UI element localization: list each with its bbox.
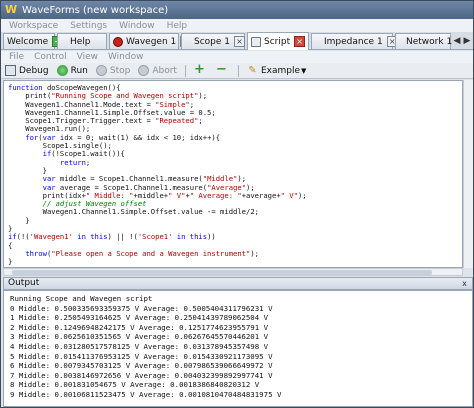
example-label: Example: [260, 65, 300, 76]
waveforms-window: W WaveForms (new workspace) Workspace Se…: [0, 0, 474, 408]
tab-label: Script: [264, 36, 291, 47]
tab-label: Impedance 1: [324, 36, 383, 47]
plus-icon: +: [194, 62, 205, 77]
menu-view[interactable]: View: [77, 52, 98, 62]
output-line: 0 Middle: 0.500335693359375 V Average: 0…: [10, 303, 273, 313]
debug-button[interactable]: Debug: [5, 65, 49, 76]
menu-window-sub[interactable]: Window: [108, 52, 144, 62]
run-label: Run: [70, 65, 88, 76]
main-menubar: Workspace Settings Window Help: [1, 19, 473, 32]
add-button[interactable]: +: [194, 62, 208, 77]
output-line: 3 Middle: 0.0625610351565 V Average: 0.0…: [10, 332, 269, 342]
output-line: 6 Middle: 0.0079345703125 V Average: 0.0…: [10, 361, 273, 371]
abort-button[interactable]: Abort: [138, 65, 177, 76]
tab-label: Scope 1: [194, 36, 231, 47]
scrollbar-thumb[interactable]: [12, 270, 432, 275]
tab-wavegen-1[interactable]: Wavegen 1 ×: [109, 33, 192, 49]
toolbar-separator: [237, 64, 239, 77]
output-line: 9 Middle: 0.00106811523475 V Average: 0.…: [10, 389, 282, 399]
script-toolbar: Debug Run Stop Abort + − ✎ Example ▼: [1, 63, 473, 79]
abort-icon: [138, 65, 150, 76]
script-menubar: File Control View Window: [1, 51, 473, 63]
code-area[interactable]: function doScopeWavegen(){ print("Runnin…: [4, 81, 462, 267]
editor-vertical-scrollbar[interactable]: [463, 80, 473, 268]
code-line: Wavegen1.Channel1.Simple.Offset.value -=…: [8, 207, 259, 217]
tab-welcome[interactable]: Welcome +: [3, 33, 64, 49]
close-icon[interactable]: ×: [234, 36, 246, 47]
output-panel-header: Output x: [3, 277, 473, 290]
menu-file[interactable]: File: [9, 52, 24, 62]
stop-button[interactable]: Stop: [95, 65, 131, 76]
debug-label: Debug: [19, 65, 49, 76]
instrument-tabstrip: Welcome + Help Wavegen 1 × Scope 1 × Scr…: [1, 32, 473, 50]
code-line: if(!('Wavegen1' in this) || !('Scope1' i…: [8, 232, 216, 242]
minus-icon: −: [216, 62, 227, 77]
menu-workspace[interactable]: Workspace: [9, 21, 58, 31]
output-line: 4 Middle: 0.031280517578125 V Average: 0…: [10, 341, 269, 351]
example-button[interactable]: ✎ Example ▼: [247, 65, 306, 76]
output-line: 8 Middle: 0.001831054675 V Average: 0.00…: [10, 380, 260, 390]
tab-help[interactable]: Help: [57, 33, 107, 49]
code-line: return;: [59, 157, 91, 167]
menu-control[interactable]: Control: [34, 52, 67, 62]
editor-horizontal-scrollbar[interactable]: [3, 268, 463, 276]
tab-script[interactable]: Script ×: [247, 32, 309, 50]
debug-icon: [5, 65, 16, 76]
output-line: 2 Middle: 0.12496948242175 V Average: 0.…: [10, 322, 269, 332]
tab-impedance-1[interactable]: Impedance 1 ×: [311, 33, 398, 49]
tab-scroll-right-icon[interactable]: ▶: [462, 35, 472, 47]
stop-icon: [95, 65, 107, 76]
close-icon[interactable]: ×: [294, 36, 306, 47]
waveforms-logo-icon: W: [5, 3, 18, 16]
code-line: throw("Please open a Scope and a Wavegen…: [25, 248, 259, 258]
stop-icon: [113, 36, 123, 47]
stop-label: Stop: [109, 65, 131, 76]
run-button[interactable]: Run: [56, 65, 88, 76]
chevron-down-icon: ▼: [301, 66, 307, 75]
tab-label: Network 1: [406, 36, 453, 47]
abort-label: Abort: [152, 65, 177, 76]
toolbar-separator: [184, 64, 186, 77]
close-icon[interactable]: x: [460, 279, 469, 288]
menu-window[interactable]: Window: [119, 21, 155, 31]
wand-icon: ✎: [248, 65, 257, 76]
tab-label: Welcome: [7, 36, 49, 47]
output-line: 5 Middle: 0.015411376953125 V Average: 0…: [10, 351, 273, 361]
tab-scroll-left-icon[interactable]: ◀: [452, 35, 462, 47]
tab-network-1[interactable]: Network 1: [395, 33, 453, 49]
tab-scope-1[interactable]: Scope 1 ×: [181, 33, 246, 49]
tab-label: Wavegen 1: [126, 36, 177, 47]
menu-settings[interactable]: Settings: [70, 21, 107, 31]
tab-label: Help: [70, 36, 91, 47]
output-line: 1 Middle: 0.2505493164625 V Average: 0.2…: [10, 313, 269, 323]
menu-help[interactable]: Help: [167, 21, 188, 31]
remove-button[interactable]: −: [216, 62, 230, 77]
script-editor[interactable]: function doScopeWavegen(){ print("Runnin…: [3, 80, 463, 268]
output-line: Running Scope and Wavegen script: [10, 294, 153, 303]
output-title: Output: [8, 278, 40, 288]
title-bar: W WaveForms (new workspace): [1, 1, 473, 19]
window-title: WaveForms (new workspace): [22, 4, 169, 16]
play-icon: [56, 65, 68, 76]
output-panel[interactable]: Running Scope and Wavegen script 0 Middle…: [3, 290, 473, 407]
output-text: Running Scope and Wavegen script 0 Middle…: [4, 291, 472, 400]
script-icon: [251, 36, 261, 47]
code-line: }: [8, 215, 30, 225]
output-line: 7 Middle: 0.0038146972656 V Average: 0.0…: [10, 370, 273, 380]
